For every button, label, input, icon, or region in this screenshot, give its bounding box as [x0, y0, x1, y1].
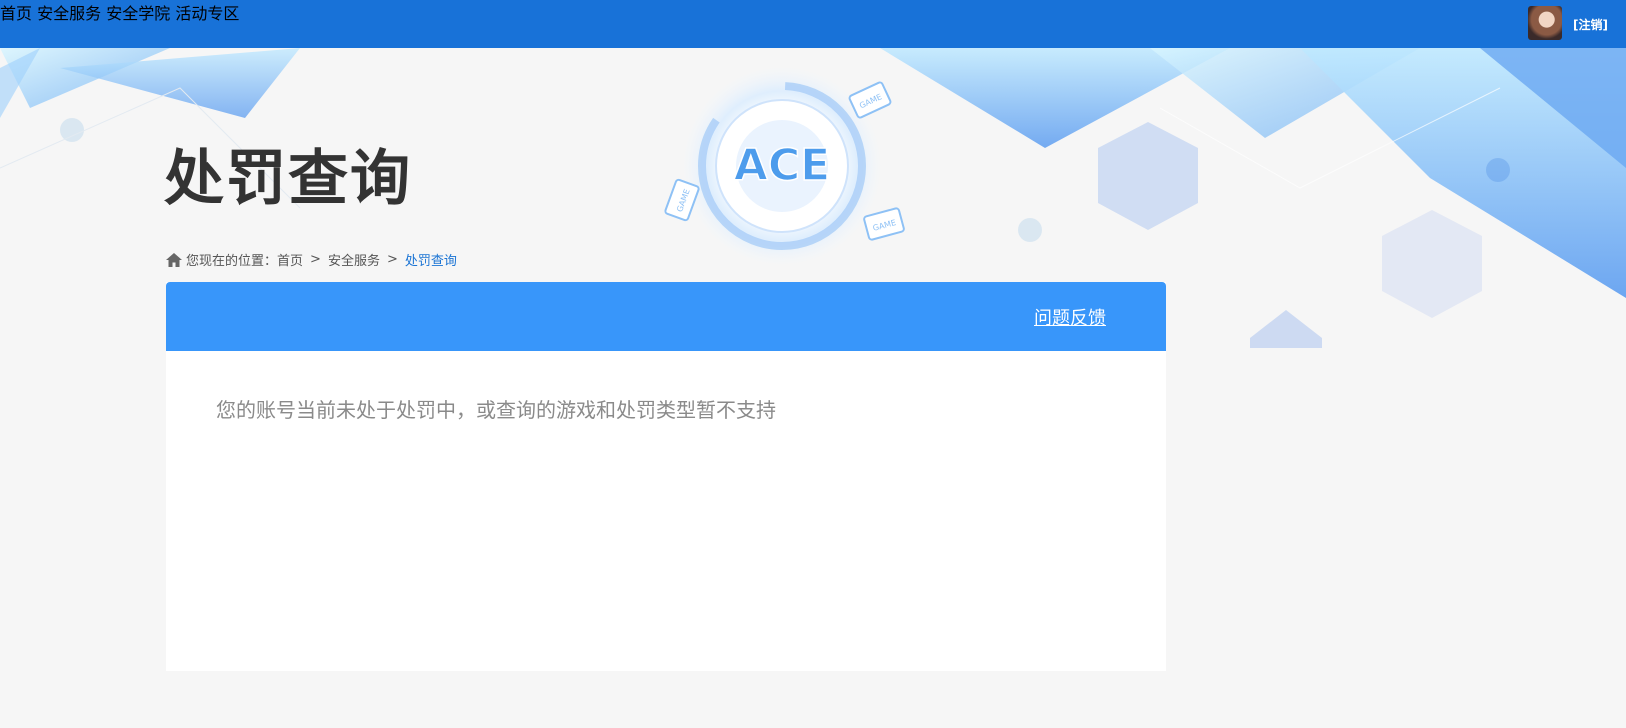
- nav-item-security-service[interactable]: 安全服务: [37, 4, 101, 23]
- nav-item-security-academy[interactable]: 安全学院: [106, 4, 170, 23]
- hexagon-shape: [1098, 122, 1198, 230]
- user-avatar[interactable]: [1528, 6, 1562, 40]
- game-badge-icon: GAME: [664, 178, 700, 222]
- page: ACE GAME GAME GAME 首页 安全服务 安全学院 活动专区 [注销…: [0, 0, 1626, 728]
- result-panel: 问题反馈 您的账号当前未处于处罚中，或查询的游戏和处罚类型暂不支持: [166, 282, 1166, 671]
- breadcrumb-separator: >: [310, 252, 321, 267]
- feedback-link[interactable]: 问题反馈: [1034, 304, 1106, 330]
- breadcrumb-item-security-service[interactable]: 安全服务: [328, 250, 380, 269]
- ace-logo-text: ACE: [734, 140, 830, 191]
- breadcrumb-separator: >: [386, 252, 398, 267]
- page-title: 处罚查询: [164, 144, 412, 214]
- home-icon: [166, 252, 182, 267]
- top-navigation-bar: 首页 安全服务 安全学院 活动专区 [注销]: [0, 0, 1626, 48]
- panel-header: 问题反馈: [166, 282, 1166, 351]
- nav-item-activity-zone[interactable]: 活动专区: [175, 4, 239, 23]
- hexagon-shape: [1250, 310, 1322, 348]
- breadcrumb: 您现在的位置： 首页 > 安全服务 > 处罚查询: [166, 250, 457, 269]
- hexagon-shape: [1382, 210, 1482, 318]
- logout-link[interactable]: [注销]: [1573, 16, 1608, 33]
- nav-item-home[interactable]: 首页: [0, 4, 32, 23]
- breadcrumb-prefix: 您现在的位置：: [186, 254, 278, 269]
- breadcrumb-item-current: 处罚查询: [404, 254, 457, 269]
- breadcrumb-item-home[interactable]: 首页: [277, 250, 303, 269]
- query-result-message: 您的账号当前未处于处罚中，或查询的游戏和处罚类型暂不支持: [216, 398, 776, 422]
